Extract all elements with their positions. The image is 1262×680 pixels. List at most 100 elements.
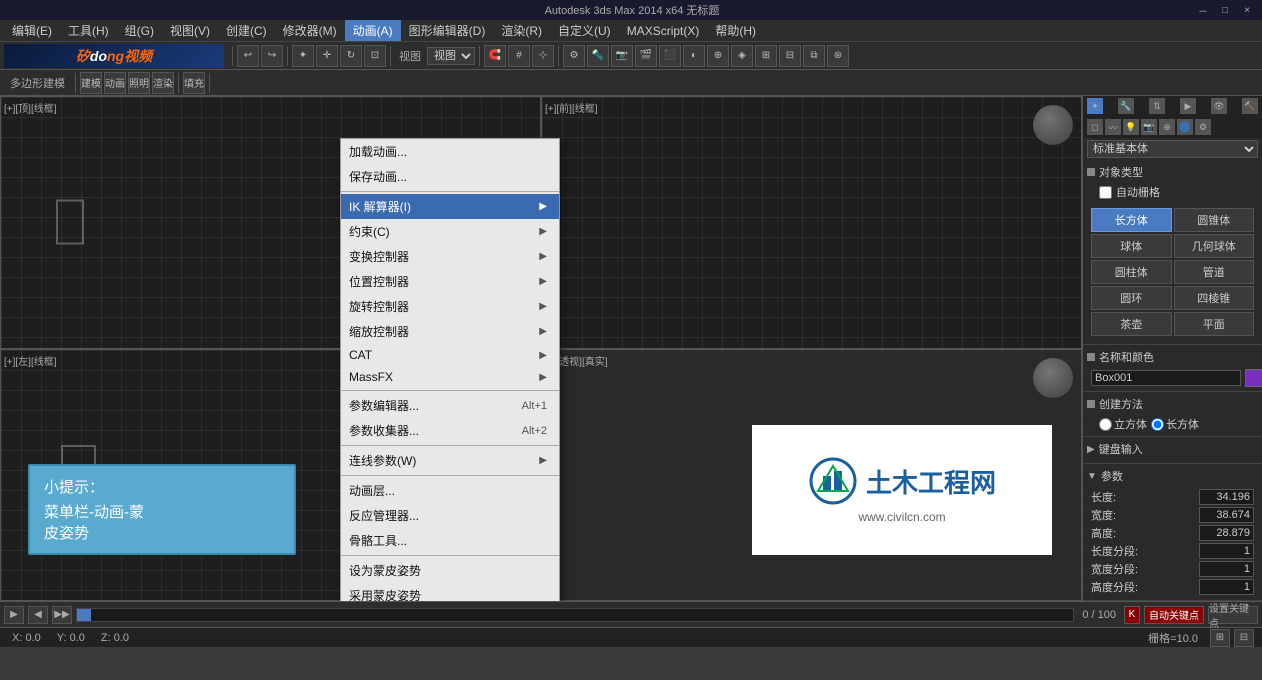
tb2-fill[interactable]: 填充 xyxy=(183,72,205,94)
param-widthsegs-input[interactable] xyxy=(1199,561,1254,577)
status-btn-1[interactable]: ⊞ xyxy=(1210,629,1230,647)
menu-rotation-controller[interactable]: 旋转控制器 ▶ xyxy=(341,294,559,319)
close-button[interactable]: × xyxy=(1240,3,1254,17)
object-name-input[interactable] xyxy=(1091,370,1241,386)
tb-move[interactable]: ✛ xyxy=(316,45,338,67)
tb-grid[interactable]: # xyxy=(508,45,530,67)
tl-autokey[interactable]: 自动关键点 xyxy=(1144,606,1204,624)
menu-customize[interactable]: 自定义(U) xyxy=(550,20,619,41)
obj-btn-geosphere[interactable]: 几何球体 xyxy=(1174,234,1255,258)
menu-load-animation[interactable]: 加载动画... xyxy=(341,139,559,164)
status-btn-2[interactable]: ⊟ xyxy=(1234,629,1254,647)
rp-icon-utilities[interactable]: 🔨 xyxy=(1242,98,1258,114)
rp-icon-display[interactable]: 👁 xyxy=(1211,98,1227,114)
view-dropdown[interactable]: 视图 xyxy=(427,47,475,65)
tl-keyset[interactable]: K xyxy=(1124,606,1140,624)
rp-icon-modify[interactable]: 🔧 xyxy=(1118,98,1134,114)
menu-edit[interactable]: 编辑(E) xyxy=(4,20,60,41)
menu-constraint[interactable]: 约束(C) ▶ xyxy=(341,219,559,244)
menu-wire-params[interactable]: 连线参数(W) ▶ xyxy=(341,448,559,473)
menu-anim-layers[interactable]: 动画层... xyxy=(341,478,559,503)
obj-btn-teapot[interactable]: 茶壶 xyxy=(1091,312,1172,336)
color-swatch[interactable] xyxy=(1245,369,1262,387)
tb-magnet[interactable]: 🧲 xyxy=(484,45,506,67)
tb-select[interactable]: ✦ xyxy=(292,45,314,67)
menu-set-skin-pose[interactable]: 设为蒙皮姿势 xyxy=(341,558,559,583)
viewport-front[interactable]: [+][前][线框] xyxy=(541,96,1082,349)
obj-btn-tube[interactable]: 管道 xyxy=(1174,260,1255,284)
menu-bone-tools[interactable]: 骨骼工具... xyxy=(341,528,559,553)
menu-save-animation[interactable]: 保存动画... xyxy=(341,164,559,189)
menu-tools[interactable]: 工具(H) xyxy=(60,20,117,41)
obj-btn-box[interactable]: 长方体 xyxy=(1091,208,1172,232)
tb-icon-3[interactable]: 📷 xyxy=(611,45,633,67)
menu-massfx[interactable]: MassFX ▶ xyxy=(341,366,559,388)
param-width-input[interactable] xyxy=(1199,507,1254,523)
primitive-category-dropdown[interactable]: 标准基本体 xyxy=(1087,140,1258,158)
tl-next-frame[interactable]: ▶▶ xyxy=(52,606,72,624)
menu-view[interactable]: 视图(V) xyxy=(162,20,218,41)
rp-icon-create[interactable]: ✦ xyxy=(1087,98,1103,114)
menu-render[interactable]: 渲染(R) xyxy=(493,20,550,41)
maximize-button[interactable]: □ xyxy=(1218,3,1232,17)
timeline-track[interactable] xyxy=(76,608,1074,622)
tb-icon-10[interactable]: ⊟ xyxy=(779,45,801,67)
tb-undo[interactable]: ↩ xyxy=(237,45,259,67)
cat-shape[interactable]: 〰 xyxy=(1105,119,1121,135)
tb-icon-7[interactable]: ⊕ xyxy=(707,45,729,67)
tb-icon-9[interactable]: ⊞ xyxy=(755,45,777,67)
menu-modifier[interactable]: 修改器(M) xyxy=(275,20,345,41)
rp-icon-hierarchy[interactable]: ⇅ xyxy=(1149,98,1165,114)
param-heightsegs-input[interactable] xyxy=(1199,579,1254,595)
creation-cube-radio[interactable] xyxy=(1099,418,1112,431)
menu-group[interactable]: 组(G) xyxy=(117,20,162,41)
param-lengthsegs-input[interactable] xyxy=(1199,543,1254,559)
menu-cat[interactable]: CAT ▶ xyxy=(341,344,559,366)
menu-ik-solver[interactable]: IK 解算器(I) ▶ xyxy=(341,194,559,219)
menu-graph-editor[interactable]: 图形编辑器(D) xyxy=(401,20,494,41)
tl-setkey[interactable]: 设置关键点 xyxy=(1208,606,1258,624)
tb-icon-5[interactable]: ⬛ xyxy=(659,45,681,67)
tb2-render[interactable]: 渲染 xyxy=(152,72,174,94)
menu-param-editor[interactable]: 参数编辑器... Alt+1 xyxy=(341,393,559,418)
cat-spacewarp[interactable]: 🌀 xyxy=(1177,119,1193,135)
tb-scale[interactable]: ⊡ xyxy=(364,45,386,67)
menu-help[interactable]: 帮助(H) xyxy=(707,20,764,41)
cat-system[interactable]: ⚙ xyxy=(1195,119,1211,135)
auto-grid-checkbox[interactable] xyxy=(1099,186,1112,199)
menu-reaction-manager[interactable]: 反应管理器... xyxy=(341,503,559,528)
creation-box-option[interactable]: 长方体 xyxy=(1151,416,1199,432)
menu-param-collector[interactable]: 参数收集器... Alt+2 xyxy=(341,418,559,443)
tb2-create[interactable]: 建模 xyxy=(80,72,102,94)
tb2-animate[interactable]: 动画 xyxy=(104,72,126,94)
param-length-input[interactable] xyxy=(1199,489,1254,505)
obj-btn-cylinder[interactable]: 圆柱体 xyxy=(1091,260,1172,284)
menu-transform-controller[interactable]: 变换控制器 ▶ xyxy=(341,244,559,269)
cat-geo[interactable]: ◻ xyxy=(1087,119,1103,135)
obj-btn-torus[interactable]: 圆环 xyxy=(1091,286,1172,310)
menu-animation[interactable]: 动画(A) xyxy=(345,20,401,41)
obj-btn-sphere[interactable]: 球体 xyxy=(1091,234,1172,258)
tb-icon-6[interactable]: ◐ xyxy=(683,45,705,67)
tl-prev-frame[interactable]: ◀ xyxy=(28,606,48,624)
tb-icon-8[interactable]: ◈ xyxy=(731,45,753,67)
cat-camera[interactable]: 📷 xyxy=(1141,119,1157,135)
tb-icon-11[interactable]: ⧉ xyxy=(803,45,825,67)
tb-icon-1[interactable]: ⚙ xyxy=(563,45,585,67)
menu-maxscript[interactable]: MAXScript(X) xyxy=(619,22,708,40)
minimize-button[interactable]: － xyxy=(1196,3,1210,17)
param-height-input[interactable] xyxy=(1199,525,1254,541)
obj-btn-cone[interactable]: 圆锥体 xyxy=(1174,208,1255,232)
tb-snap[interactable]: ⊹ xyxy=(532,45,554,67)
menu-create[interactable]: 创建(C) xyxy=(218,20,275,41)
rp-icon-motion[interactable]: ▶ xyxy=(1180,98,1196,114)
obj-btn-pyramid[interactable]: 四棱锥 xyxy=(1174,286,1255,310)
tb-icon-4[interactable]: 🎬 xyxy=(635,45,657,67)
menu-assume-skin-pose[interactable]: 采用蒙皮姿势 xyxy=(341,583,559,601)
tb-rotate[interactable]: ↻ xyxy=(340,45,362,67)
creation-cube-option[interactable]: 立方体 xyxy=(1099,416,1147,432)
cat-light[interactable]: 💡 xyxy=(1123,119,1139,135)
cat-helper[interactable]: ⊕ xyxy=(1159,119,1175,135)
tb-icon-12[interactable]: ⊛ xyxy=(827,45,849,67)
tl-play-btn[interactable]: ▶ xyxy=(4,606,24,624)
